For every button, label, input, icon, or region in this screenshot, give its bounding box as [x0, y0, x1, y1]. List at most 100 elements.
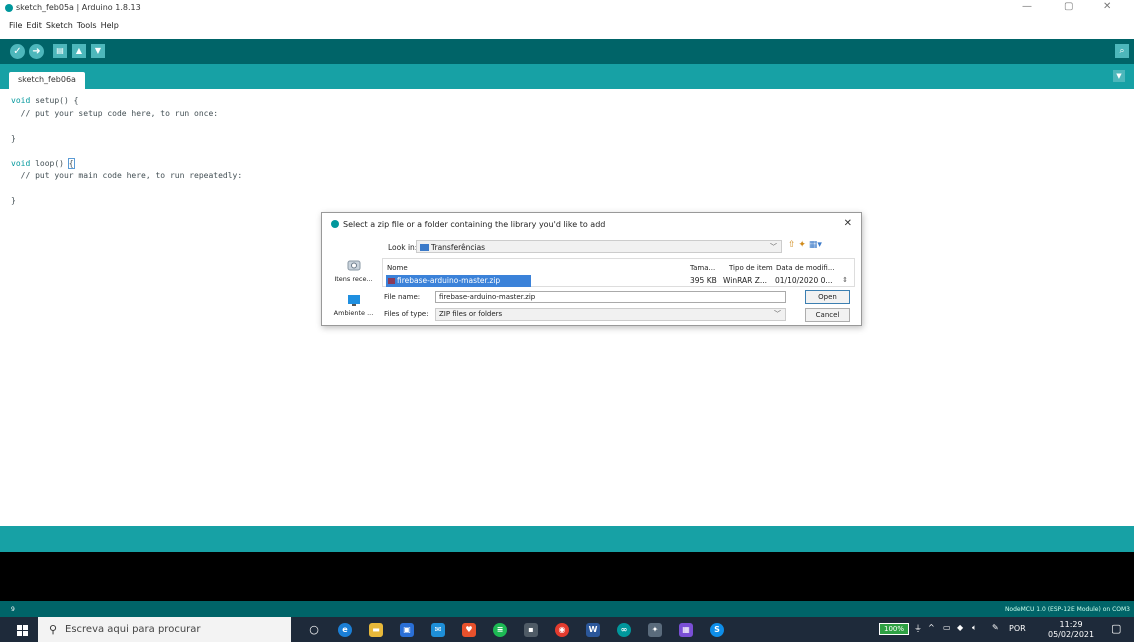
code-line: } [11, 196, 16, 205]
console-output[interactable] [0, 552, 1134, 601]
verify-button[interactable]: ✓ [10, 44, 25, 59]
brave-icon[interactable]: ♥ [462, 623, 476, 637]
new-button[interactable]: ▤ [53, 44, 67, 58]
window-title: sketch_feb05a | Arduino 1.8.13 [16, 3, 141, 12]
file-list-header: Nome Tama... Tipo de item Data de modifi… [383, 259, 854, 274]
code-line: void loop() { [11, 157, 75, 169]
chevron-up-icon[interactable]: ^ [928, 623, 935, 642]
file-list[interactable]: Nome Tama... Tipo de item Data de modifi… [382, 258, 855, 287]
power-plug-icon[interactable]: ⏚ [914, 623, 922, 642]
file-row[interactable]: firebase-arduino-master.zip 395 KB WinRA… [383, 275, 854, 287]
new-folder-icon[interactable]: ✦ [798, 240, 806, 250]
cancel-button[interactable]: Cancel [805, 308, 850, 322]
up-folder-icon[interactable]: ⇧ [788, 240, 796, 250]
chevron-down-icon: ▼ [1116, 72, 1122, 80]
menu-help[interactable]: Help [101, 21, 119, 30]
scroll-spinner-icon[interactable]: ⇕ [842, 276, 848, 284]
word-icon[interactable]: W [586, 623, 600, 637]
open-button[interactable]: ▲ [72, 44, 86, 58]
dialog-title-bar: Select a zip file or a folder containing… [322, 213, 861, 235]
menu-edit[interactable]: Edit [26, 21, 42, 30]
folder-icon [420, 244, 429, 251]
file-name-input[interactable]: firebase-arduino-master.zip [435, 291, 786, 303]
network-icon[interactable]: ▭ [943, 623, 951, 642]
board-info: NodeMCU 1.0 (ESP-12E Module) on COM3 [1004, 606, 1130, 613]
search-placeholder: Escreva aqui para procurar [65, 624, 201, 635]
store-icon[interactable]: ▣ [400, 623, 414, 637]
tab-menu-button[interactable]: ▼ [1113, 70, 1125, 82]
column-type[interactable]: Tipo de item [729, 264, 773, 272]
save-button[interactable]: ▼ [91, 44, 105, 58]
column-date[interactable]: Data de modifi... [776, 264, 835, 272]
column-size[interactable]: Tama... [690, 264, 715, 272]
menu-file[interactable]: File [9, 21, 22, 30]
mail-icon[interactable]: ✉ [431, 623, 445, 637]
look-in-select[interactable]: Transferências ﹀ [416, 240, 782, 253]
line-number: 9 [11, 606, 15, 613]
serial-monitor-button[interactable]: ⌕ [1115, 44, 1129, 58]
place-recent[interactable]: Itens rece... [330, 260, 377, 283]
new-file-icon: ▤ [56, 46, 64, 55]
add-library-dialog: Select a zip file or a folder containing… [321, 212, 862, 326]
language-indicator[interactable]: POR [1009, 624, 1026, 642]
check-icon: ✓ [13, 46, 22, 57]
upload-button[interactable]: ➜ [29, 44, 44, 59]
calendar-app-icon[interactable]: ▦ [679, 623, 693, 637]
spotify-icon[interactable]: ≡ [493, 623, 507, 637]
arduino-logo-icon [331, 220, 339, 228]
column-name[interactable]: Nome [387, 264, 408, 272]
status-bar: 9 NodeMCU 1.0 (ESP-12E Module) on COM3 [0, 601, 1134, 617]
app-icon[interactable]: ✦ [648, 623, 662, 637]
windows-start-icon[interactable] [17, 625, 28, 636]
taskbar: ⚲ Escreva aqui para procurar ○ e ▬ ▣ ✉ ♥… [0, 617, 1134, 642]
place-desktop[interactable]: Ambiente ... [330, 294, 377, 317]
file-explorer-icon[interactable]: ▬ [369, 623, 383, 637]
menu-bar: File Edit Sketch Tools Help [0, 17, 1134, 34]
close-button[interactable]: ✕ [1103, 1, 1111, 12]
terminal-icon[interactable]: ▪ [524, 623, 538, 637]
file-size-cell: 395 KB [690, 276, 717, 285]
open-button[interactable]: Open [805, 290, 850, 304]
taskbar-search-input[interactable]: ⚲ Escreva aqui para procurar [38, 617, 291, 642]
desktop-icon [347, 295, 360, 306]
look-in-label: Look in: [388, 243, 418, 252]
notifications-icon[interactable]: ▢ [1111, 622, 1121, 642]
dialog-title: Select a zip file or a folder containing… [343, 220, 606, 229]
text-cursor: { [67, 157, 75, 169]
pen-icon[interactable]: ✎ [992, 623, 999, 642]
file-date-cell: 01/10/2020 0... [775, 276, 833, 285]
chrome-icon[interactable]: ◉ [555, 623, 569, 637]
skype-icon[interactable]: S [710, 623, 724, 637]
file-name-label: File name: [384, 293, 421, 301]
file-type-cell: WinRAR Z... [723, 276, 768, 285]
menu-tools[interactable]: Tools [77, 21, 97, 30]
menu-sketch[interactable]: Sketch [46, 21, 73, 30]
message-area [0, 526, 1134, 552]
view-menu-icon[interactable]: ▦▾ [809, 240, 822, 250]
maximize-button[interactable]: ▢ [1064, 1, 1073, 12]
code-line: } [11, 133, 16, 143]
battery-indicator[interactable]: 100% [879, 623, 909, 635]
file-name-cell[interactable]: firebase-arduino-master.zip [386, 275, 531, 287]
taskbar-clock[interactable]: 11:29 05/02/2021 [1048, 620, 1094, 640]
dialog-close-button[interactable]: ✕ [844, 218, 852, 229]
files-of-type-label: Files of type: [384, 310, 429, 318]
recent-items-icon [347, 260, 360, 271]
arduino-taskbar-icon[interactable]: ∞ [617, 623, 631, 637]
volume-icon[interactable]: 🔈︎ [972, 623, 977, 642]
edge-icon[interactable]: e [338, 623, 352, 637]
cortana-icon[interactable]: ○ [307, 623, 321, 637]
tab-sketch[interactable]: sketch_feb06a [9, 72, 85, 89]
files-of-type-select[interactable]: ZIP files or folders ﹀ [435, 308, 786, 321]
minimize-button[interactable]: — [1022, 1, 1032, 12]
code-line: // put your setup code here, to run once… [11, 108, 219, 118]
code-text[interactable]: void setup() { // put your setup code he… [11, 95, 242, 208]
title-bar: sketch_feb05a | Arduino 1.8.13 — ▢ ✕ [0, 0, 1134, 17]
clock-date: 05/02/2021 [1048, 630, 1095, 639]
editor-scrollbar[interactable] [1126, 89, 1134, 526]
arrow-right-icon: ➜ [32, 46, 41, 57]
sync-icon[interactable]: ◆ [957, 623, 963, 642]
arrow-down-icon: ▼ [94, 46, 102, 55]
